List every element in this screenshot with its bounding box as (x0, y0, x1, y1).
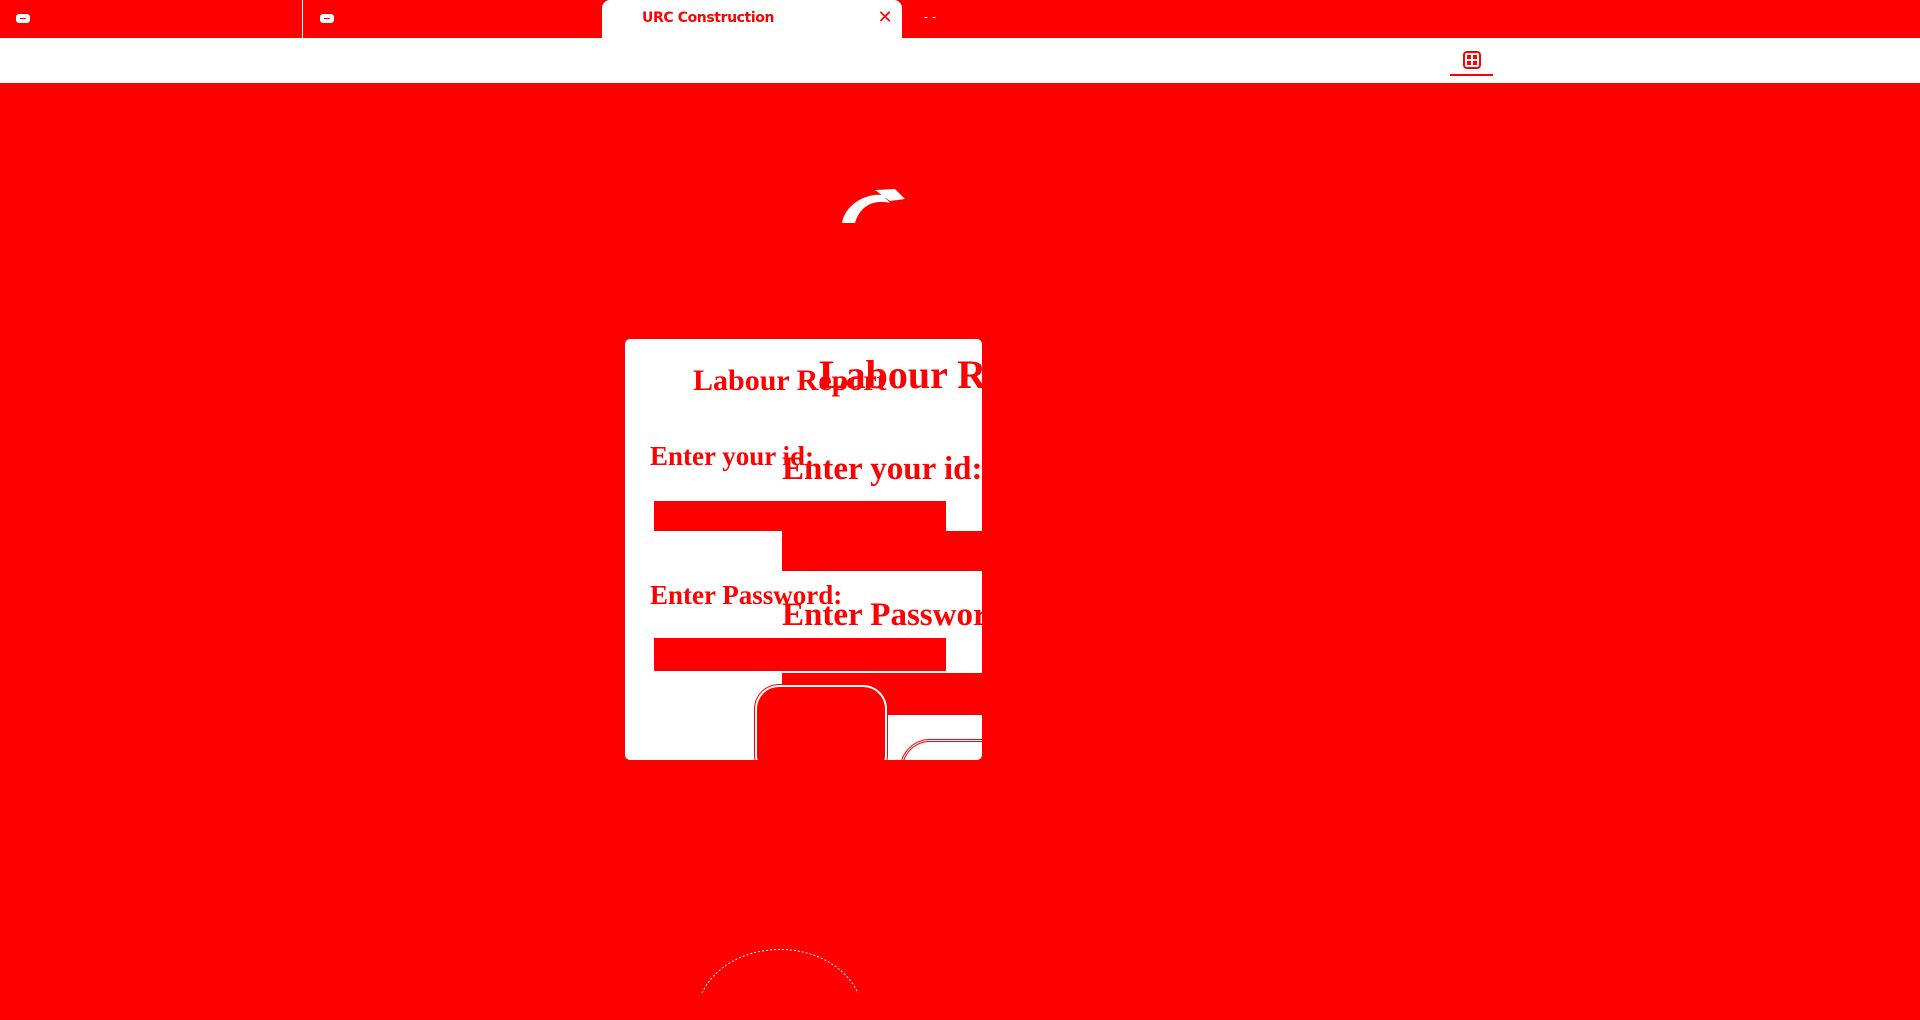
login-card: Labour Report Enter your id: Enter Passw… (625, 339, 982, 760)
tab-title: URC Construction (642, 10, 775, 26)
password-field[interactable] (654, 638, 946, 671)
login-form: Labour Report Enter your id: Enter Passw… (625, 339, 982, 760)
close-icon[interactable]: ✕ (874, 7, 896, 29)
browser-tab[interactable] (0, 0, 303, 38)
arc-logo-icon (842, 189, 905, 223)
submit-button[interactable] (757, 687, 885, 760)
decorative-arc-icon (701, 949, 859, 994)
tab-strip: URC Construction ✕ - - (0, 0, 1920, 38)
browser-tab[interactable] (304, 0, 602, 38)
extensions-button[interactable] (1450, 45, 1493, 76)
id-label: Enter your id: (650, 441, 815, 471)
new-tab-button[interactable]: - - (915, 6, 945, 28)
form-title: Labour Report (693, 364, 887, 397)
browser-tab-active[interactable]: URC Construction ✕ (602, 0, 902, 38)
id-field[interactable] (654, 501, 946, 531)
page-icon (320, 14, 334, 23)
extension-grid-icon (1463, 51, 1481, 69)
password-label: Enter Password: (650, 580, 843, 610)
browser-toolbar (0, 38, 1920, 84)
page-icon (16, 14, 30, 23)
